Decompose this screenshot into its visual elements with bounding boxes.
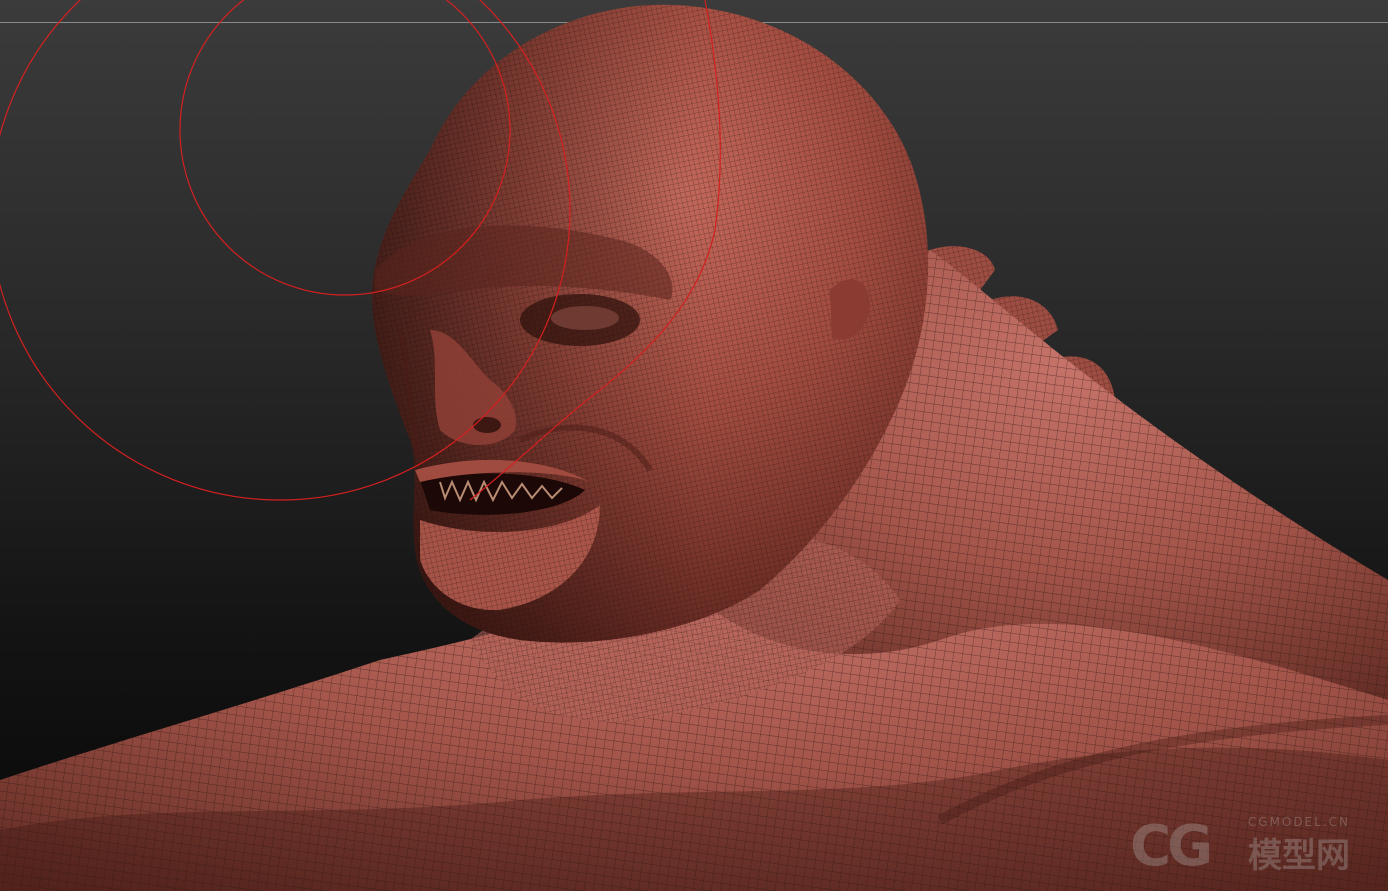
watermark-site: CGMODEL.CN [1247, 815, 1350, 829]
eye [551, 306, 619, 330]
site-watermark: CG CGMODEL.CN 模型网 [1130, 811, 1350, 875]
sculpt-model-scene[interactable] [0, 0, 1388, 891]
3d-viewport[interactable]: CG CGMODEL.CN 模型网 [0, 0, 1388, 891]
watermark-cn-text: 模型网 [1248, 836, 1350, 876]
nostril [473, 417, 501, 433]
watermark-logo: CG [1130, 814, 1213, 879]
